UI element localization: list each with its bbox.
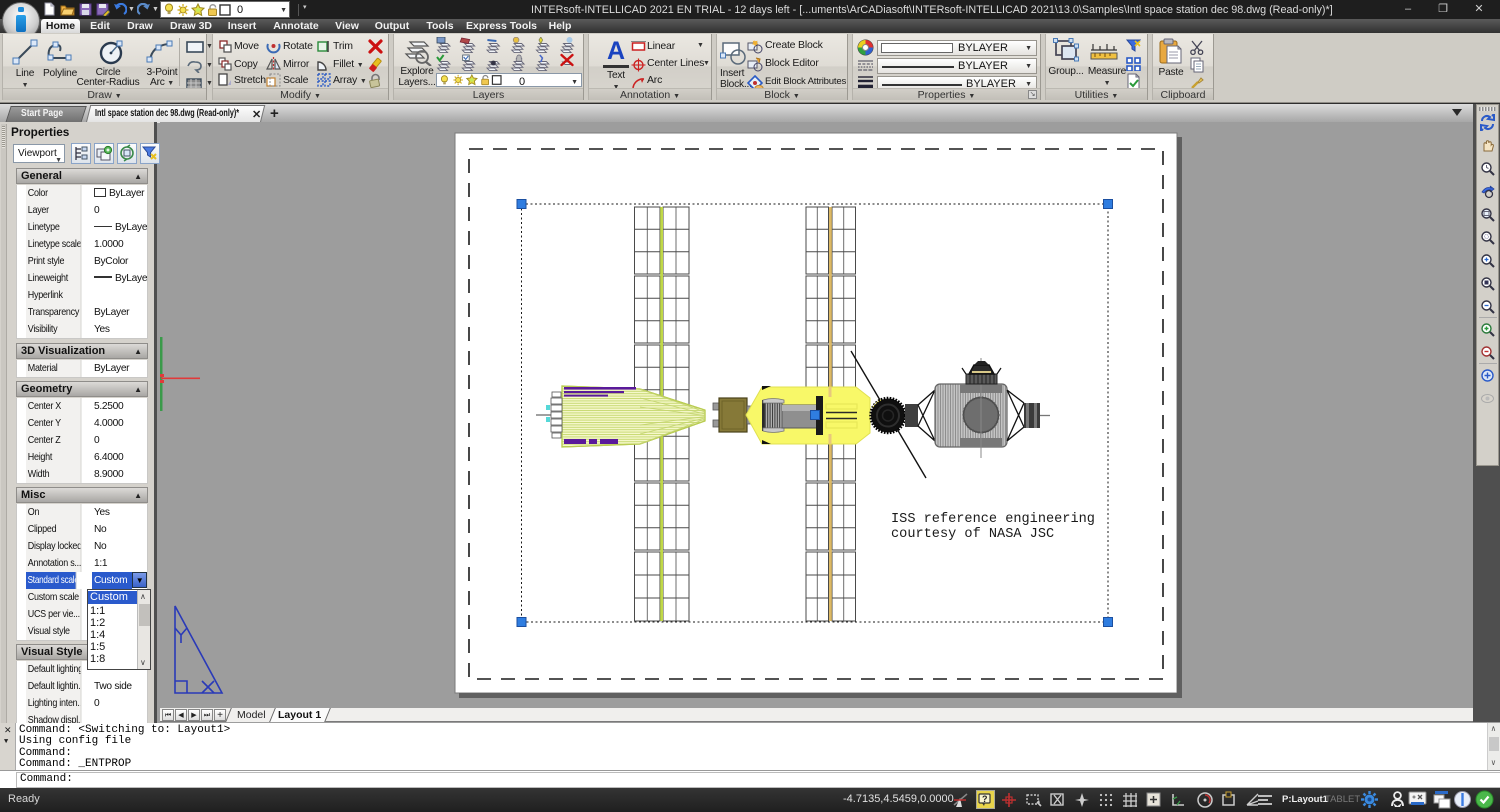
svg-text:courtesy of NASA JSC: courtesy of NASA JSC [891, 527, 1054, 542]
svg-text:?: ? [982, 794, 988, 804]
svg-text:ISS reference engineering: ISS reference engineering [891, 512, 1095, 527]
